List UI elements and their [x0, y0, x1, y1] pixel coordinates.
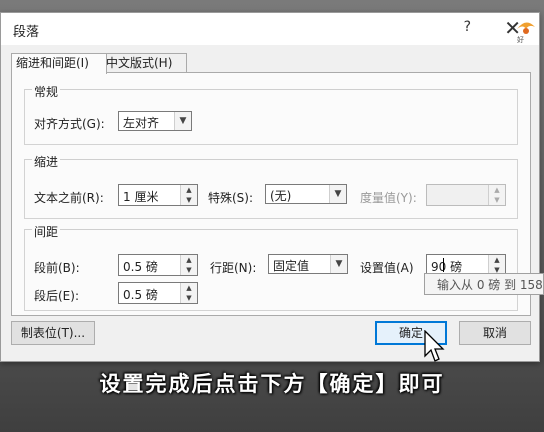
chevron-down-icon: ▼ — [494, 196, 500, 204]
spinner-buttons[interactable]: ▲ ▼ — [180, 185, 197, 205]
after-spacing-value: 0.5 磅 — [123, 288, 158, 302]
cancel-button[interactable]: 取消 — [459, 321, 531, 345]
before-text-spinner[interactable]: 1 厘米 ▲ ▼ — [118, 184, 198, 206]
line-spacing-label: 行距(N): — [210, 261, 257, 275]
tab-indent-spacing[interactable]: 缩进和间距(I) — [11, 53, 107, 74]
section-indent-title: 缩进 — [32, 153, 61, 170]
section-spacing: 间距 段前(B): 0.5 磅 ▲ ▼ 段后(E): 0.5 磅 ▲ ▼ 行距(N)… — [24, 221, 518, 311]
chevron-down-icon[interactable]: ▼ — [181, 293, 197, 303]
chevron-up-icon[interactable]: ▲ — [181, 255, 197, 265]
section-spacing-title: 间距 — [32, 223, 61, 240]
before-text-value: 1 厘米 — [123, 190, 159, 204]
before-spacing-value: 0.5 磅 — [123, 260, 158, 274]
line-spacing-value: 固定值 — [273, 259, 310, 273]
section-indent: 缩进 文本之前(R): 1 厘米 ▲ ▼ 特殊(S): (无) ▼ 度量值(Y):… — [24, 151, 518, 221]
dialog-title: 段落 — [13, 25, 40, 40]
tab-chinese-layout[interactable]: 中文版式(H) — [101, 53, 187, 73]
text-caret — [443, 258, 444, 272]
measure-spinner: ▲ ▼ — [426, 184, 506, 206]
after-spacing-label: 段后(E): — [34, 289, 79, 303]
title-bar: 段落 ? ✕ 好 — [1, 13, 539, 45]
chevron-up-icon[interactable]: ▲ — [489, 255, 505, 265]
special-value: (无) — [270, 189, 292, 203]
after-spacing-spinner[interactable]: 0.5 磅 ▲ ▼ — [118, 282, 198, 304]
special-label: 特殊(S): — [208, 191, 254, 205]
alignment-value: 左对齐 — [123, 116, 160, 130]
tabs-button[interactable]: 制表位(T)... — [11, 321, 95, 345]
alignment-select[interactable]: 左对齐 ▼ — [118, 111, 192, 131]
channel-logo-icon: 好 — [517, 22, 535, 43]
before-spacing-label: 段前(B): — [34, 261, 80, 275]
before-text-label: 文本之前(R): — [34, 191, 104, 205]
logo-text: 好 — [517, 35, 524, 43]
chevron-up-icon[interactable]: ▲ — [181, 185, 197, 195]
measure-label: 度量值(Y): — [360, 191, 417, 205]
spinner-buttons[interactable]: ▲ ▼ — [180, 255, 197, 275]
line-spacing-select[interactable]: 固定值 ▼ — [268, 254, 348, 274]
spinner-buttons[interactable]: ▲ ▼ — [488, 255, 505, 275]
alignment-label: 对齐方式(G): — [34, 117, 105, 131]
section-general: 常规 对齐方式(G): 左对齐 ▼ — [24, 81, 518, 145]
chevron-up-icon: ▲ — [494, 186, 500, 194]
input-range-tooltip: 输入从 0 磅 到 1584 — [424, 273, 544, 295]
section-general-title: 常规 — [32, 83, 61, 100]
chevron-down-icon: ▼ — [174, 112, 191, 130]
chevron-down-icon: ▼ — [330, 255, 347, 273]
spinner-buttons[interactable]: ▲ ▼ — [180, 283, 197, 303]
chevron-up-icon[interactable]: ▲ — [181, 283, 197, 293]
spinner-buttons: ▲ ▼ — [488, 185, 505, 205]
special-select[interactable]: (无) ▼ — [265, 184, 347, 204]
chevron-down-icon[interactable]: ▼ — [181, 195, 197, 205]
video-subtitle: 设置完成后点击下方【确定】即可 — [99, 372, 445, 396]
set-value-label: 设置值(A) — [360, 261, 414, 275]
help-button[interactable]: ? — [464, 19, 471, 35]
chevron-down-icon: ▼ — [329, 185, 346, 203]
mouse-cursor-icon — [424, 330, 445, 362]
chevron-down-icon[interactable]: ▼ — [181, 265, 197, 275]
before-spacing-spinner[interactable]: 0.5 磅 ▲ ▼ — [118, 254, 198, 276]
paragraph-dialog: 段落 ? ✕ 好 缩进和间距(I) 中文版式(H) 常规 对齐方式(G): 左对… — [0, 12, 540, 362]
